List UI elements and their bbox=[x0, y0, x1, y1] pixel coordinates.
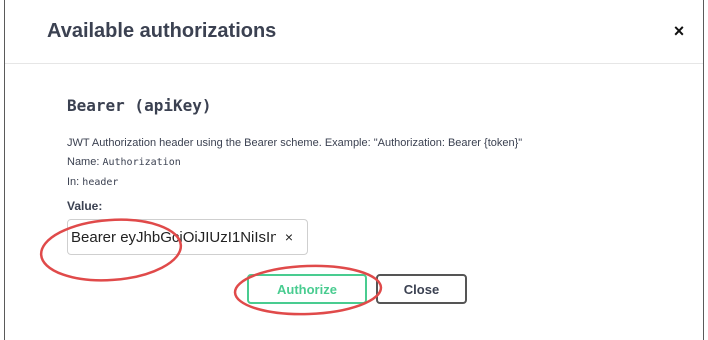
value-field: × bbox=[67, 219, 308, 255]
value-label: Value: bbox=[67, 199, 103, 213]
modal-right-border bbox=[703, 0, 704, 340]
scheme-in-line: In: header bbox=[67, 176, 118, 188]
clear-input-icon[interactable]: × bbox=[280, 226, 298, 248]
value-input[interactable] bbox=[71, 224, 276, 250]
scheme-title: Bearer (apiKey) bbox=[67, 96, 212, 115]
close-icon[interactable]: × bbox=[669, 20, 689, 42]
name-value: Authorization bbox=[102, 157, 181, 168]
scheme-description: JWT Authorization header using the Beare… bbox=[67, 137, 523, 149]
modal-title: Available authorizations bbox=[47, 20, 277, 42]
in-value: header bbox=[82, 177, 119, 188]
auth-modal: Available authorizations × Bearer (apiKe… bbox=[0, 0, 708, 340]
authorize-button[interactable]: Authorize bbox=[247, 274, 367, 304]
modal-header: Available authorizations bbox=[5, 0, 703, 64]
in-label: In: bbox=[67, 176, 83, 188]
name-label: Name: bbox=[67, 156, 103, 168]
close-button[interactable]: Close bbox=[376, 274, 467, 304]
scheme-name-line: Name: Authorization bbox=[67, 156, 181, 168]
